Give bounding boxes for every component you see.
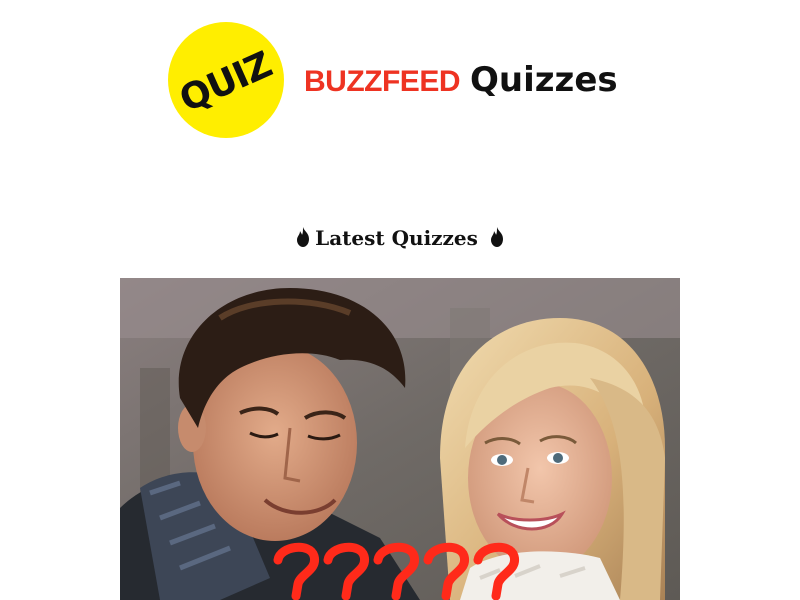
fire-icon [489,226,505,253]
quiz-logo-text: QUIZ [174,43,278,121]
page: QUIZ BuzzFeed Quizzes Latest Quizzes [0,0,800,600]
section-heading-text: Latest Quizzes [315,226,478,250]
brand-suffix: Quizzes [470,60,618,100]
site-header: QUIZ BuzzFeed Quizzes [168,22,618,138]
fire-icon [295,226,311,253]
brand-title[interactable]: BuzzFeed Quizzes [304,60,618,100]
quiz-logo-badge[interactable]: QUIZ [168,22,284,138]
latest-quizzes-heading: Latest Quizzes [0,226,800,253]
quiz-card-image[interactable] [120,278,680,600]
question-marks-icon [273,542,520,600]
buzzfeed-logo: BuzzFeed [304,65,461,98]
